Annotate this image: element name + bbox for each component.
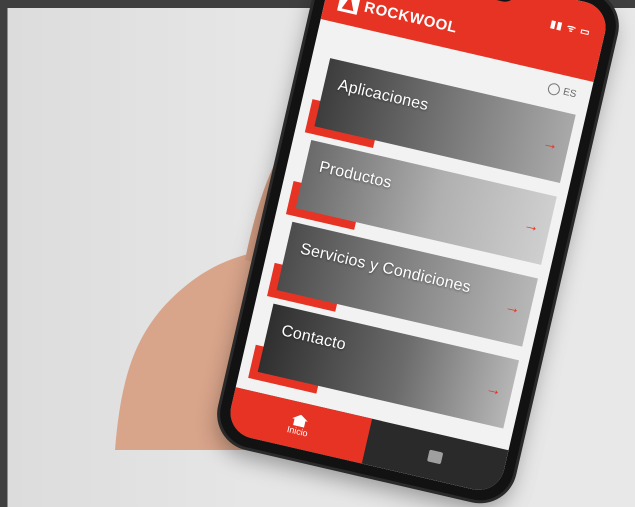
brand-logo[interactable]: ROCKWOOL [337,0,459,38]
phone-notch [426,0,519,5]
language-selector[interactable]: ES [546,81,578,100]
rockwool-logo-icon [337,0,362,15]
gallery-icon [426,449,444,465]
brand-name: ROCKWOOL [362,0,459,37]
language-label: ES [562,86,578,100]
globe-icon [546,81,561,97]
status-bar: ▮▮ ᯤ ▭ [549,18,592,39]
tab-label: Inicio [286,424,309,439]
phone: ▮▮ ᯤ ▭ ROCKWOOL ES Aplicaciones → Produc… [213,0,623,507]
phone-screen: ▮▮ ᯤ ▭ ROCKWOOL ES Aplicaciones → Produc… [225,0,611,496]
